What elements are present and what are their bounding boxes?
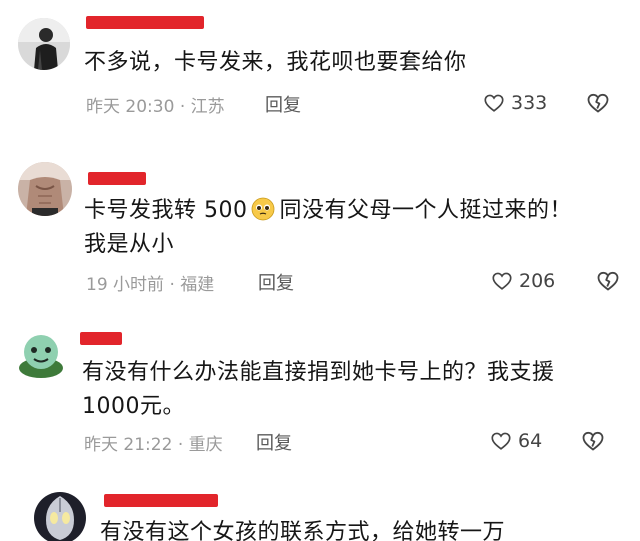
heart-icon <box>492 272 512 290</box>
redacted-username <box>80 332 122 345</box>
reply-button[interactable]: 回复 <box>258 269 294 295</box>
comment-item: 有没有这个女孩的联系方式，给她转一万 <box>0 482 640 541</box>
comment-text: 有没有这个女孩的联系方式，给她转一万 <box>100 516 505 541</box>
comment-meta: 19 小时前 · 福建 <box>86 270 214 295</box>
comment-text-segment: 同没有父母一个人挺过来的！ <box>279 198 573 223</box>
comment-text-line: 有没有什么办法能直接捐到她卡号上的？我支援 <box>82 360 555 385</box>
comment-text-line: 不多说，卡号发来，我花呗也要套给你 <box>84 50 467 75</box>
reply-button[interactable]: 回复 <box>265 91 301 117</box>
comment-text-line: 有没有这个女孩的联系方式，给她转一万 <box>100 520 506 541</box>
redacted-username <box>88 172 146 185</box>
pleading-face-emoji-icon <box>251 197 275 221</box>
person-avatar-icon <box>18 18 70 70</box>
user-avatar[interactable] <box>34 492 86 541</box>
broken-heart-icon <box>587 93 609 113</box>
comment-item: 有没有什么办法能直接捐到她卡号上的？我支援 1000元。 昨天 21:22 · … <box>0 318 640 478</box>
comment-location: 重庆 <box>188 435 223 455</box>
user-avatar[interactable] <box>14 328 68 382</box>
comment-list: 不多说，卡号发来，我花呗也要套给你 昨天 20:30 · 江苏 回复 333 卡… <box>0 0 640 541</box>
comment-text-line: 我是从小 <box>84 232 175 257</box>
comment-text: 1000元。 <box>82 390 185 423</box>
dislike-button[interactable] <box>586 91 610 115</box>
meta-separator: · <box>179 97 191 117</box>
comment-text: 有没有什么办法能直接捐到她卡号上的？我支援 <box>82 356 555 389</box>
comment-meta: 昨天 20:30 · 江苏 <box>86 92 225 117</box>
meta-separator: · <box>177 435 189 455</box>
comment-location: 福建 <box>180 275 215 295</box>
comment-text: 我是从小 <box>84 228 174 261</box>
comment-text-segment: 卡号发我转 500 <box>84 198 248 223</box>
like-button[interactable]: 206 <box>491 269 555 293</box>
user-avatar[interactable] <box>18 162 72 216</box>
broken-heart-icon <box>582 431 604 451</box>
like-count: 333 <box>511 92 548 114</box>
comment-item: 不多说，卡号发来，我花呗也要套给你 昨天 20:30 · 江苏 回复 333 <box>0 0 640 140</box>
heart-icon <box>491 432 511 450</box>
reply-button[interactable]: 回复 <box>256 429 292 455</box>
torso-avatar-icon <box>18 162 72 216</box>
dislike-button[interactable] <box>596 269 620 293</box>
dislike-button[interactable] <box>581 429 605 453</box>
ultraman-avatar-icon <box>34 492 86 541</box>
comment-location: 江苏 <box>190 97 225 117</box>
heart-icon <box>484 94 504 112</box>
comment-time: 昨天 20:30 <box>86 97 175 117</box>
broken-heart-icon <box>597 271 619 291</box>
turtle-avatar-icon <box>14 328 68 382</box>
comment-time: 19 小时前 <box>86 275 165 295</box>
like-button[interactable]: 333 <box>483 91 547 115</box>
redacted-username <box>86 16 204 29</box>
like-count: 206 <box>519 270 556 292</box>
comment-text-line: 1000元。 <box>82 394 185 419</box>
comment-text: 卡号发我转 500 同没有父母一个人挺过来的！ <box>84 194 572 227</box>
comment-item: 卡号发我转 500 同没有父母一个人挺过来的！ 我是从小 19 小时前 · 福建 … <box>0 150 640 310</box>
redacted-username <box>104 494 218 507</box>
user-avatar[interactable] <box>18 18 70 70</box>
comment-time: 昨天 21:22 <box>84 435 173 455</box>
comment-meta: 昨天 21:22 · 重庆 <box>84 430 223 455</box>
meta-separator: · <box>169 275 181 295</box>
like-button[interactable]: 64 <box>490 429 542 453</box>
comment-text: 不多说，卡号发来，我花呗也要套给你 <box>84 46 467 79</box>
like-count: 64 <box>518 430 543 452</box>
